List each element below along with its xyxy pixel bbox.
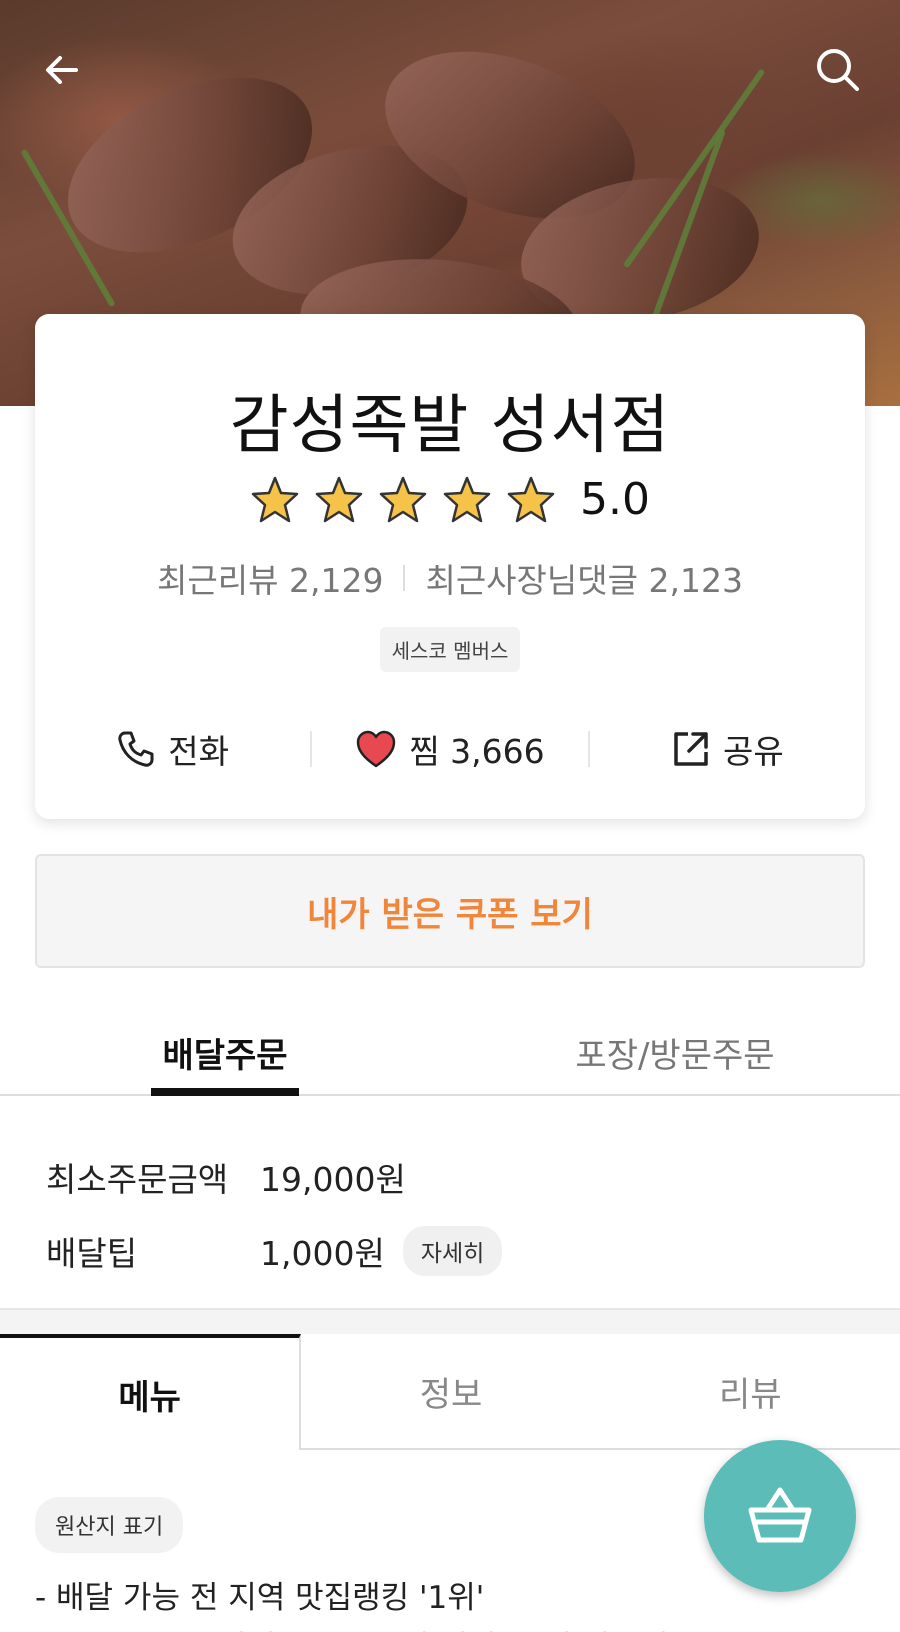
min-order-row: 최소주문금액 19,000원 [46,1140,866,1214]
tab-reviews[interactable]: 리뷰 [600,1334,900,1450]
store-info-card: 감성족발 성서점 5.0 최근리뷰 2,129 최근사장님댓글 2,123 세스… [35,314,865,819]
star-icon [507,476,555,522]
basket-icon [748,1487,812,1543]
call-button[interactable]: 전화 [35,714,310,784]
share-label: 공유 [722,732,784,771]
store-notice-line: - 배달 가능 전 지역 맛집랭킹 '1위' [35,1580,485,1616]
delivery-tip-detail-button[interactable]: 자세히 [402,1226,503,1276]
tab-info[interactable]: 정보 [301,1334,601,1450]
search-icon [817,49,859,91]
delivery-info: 최소주문금액 19,000원 배달팁 1,000원 자세히 [46,1140,866,1288]
origin-label-button[interactable]: 원산지 표기 [35,1497,184,1553]
cesco-member-badge: 세스코 멤버스 [379,627,521,672]
star-icon [315,476,363,522]
store-actions: 전화 찜 3,666 공유 [35,714,865,784]
store-name: 감성족발 성서점 [229,389,671,463]
rating-row: 5.0 [35,474,865,525]
share-icon [674,732,708,766]
section-divider [0,1308,900,1336]
heart-icon [357,730,396,768]
min-order-label: 최소주문금액 [46,1160,229,1199]
search-button[interactable] [808,40,868,100]
delivery-tip-row: 배달팁 1,000원 자세히 [46,1214,866,1288]
tab-delivery-order[interactable]: 배달주문 [0,1010,450,1094]
rating-value: 5.0 [580,474,650,525]
store-notice-line: - 신입들 한 마디씩 : 그릇이 더 커서 이 밥 가짜식... [35,1622,698,1632]
star-icon [443,476,491,522]
delivery-tip-value: 1,000원 [260,1234,385,1273]
favorite-count: 찜 3,666 [409,732,545,771]
cart-button[interactable] [704,1440,856,1592]
recent-review-count[interactable]: 최근리뷰 2,129 [157,554,383,602]
favorite-button[interactable]: 찜 3,666 [312,714,587,784]
back-button[interactable] [32,40,92,100]
review-stats: 최근리뷰 2,129 최근사장님댓글 2,123 [35,554,865,602]
delivery-tip-label: 배달팁 [46,1234,138,1273]
view-my-coupons-button[interactable]: 내가 받은 쿠폰 보기 [35,854,865,968]
content-tabs: 메뉴 정보 리뷰 [0,1334,900,1450]
tab-pickup-visit-order[interactable]: 포장/방문주문 [450,1010,900,1094]
order-type-tabs: 배달주문 포장/방문주문 [0,1010,900,1096]
min-order-value: 19,000원 [260,1160,406,1199]
star-icon [379,476,427,522]
share-button[interactable]: 공유 [590,714,865,784]
phone-icon [118,731,154,767]
divider [403,565,406,591]
call-label: 전화 [168,732,230,771]
tab-menu[interactable]: 메뉴 [0,1334,302,1450]
arrow-left-icon [46,56,78,84]
star-icon [251,476,299,522]
recent-owner-reply-count[interactable]: 최근사장님댓글 2,123 [425,554,742,602]
